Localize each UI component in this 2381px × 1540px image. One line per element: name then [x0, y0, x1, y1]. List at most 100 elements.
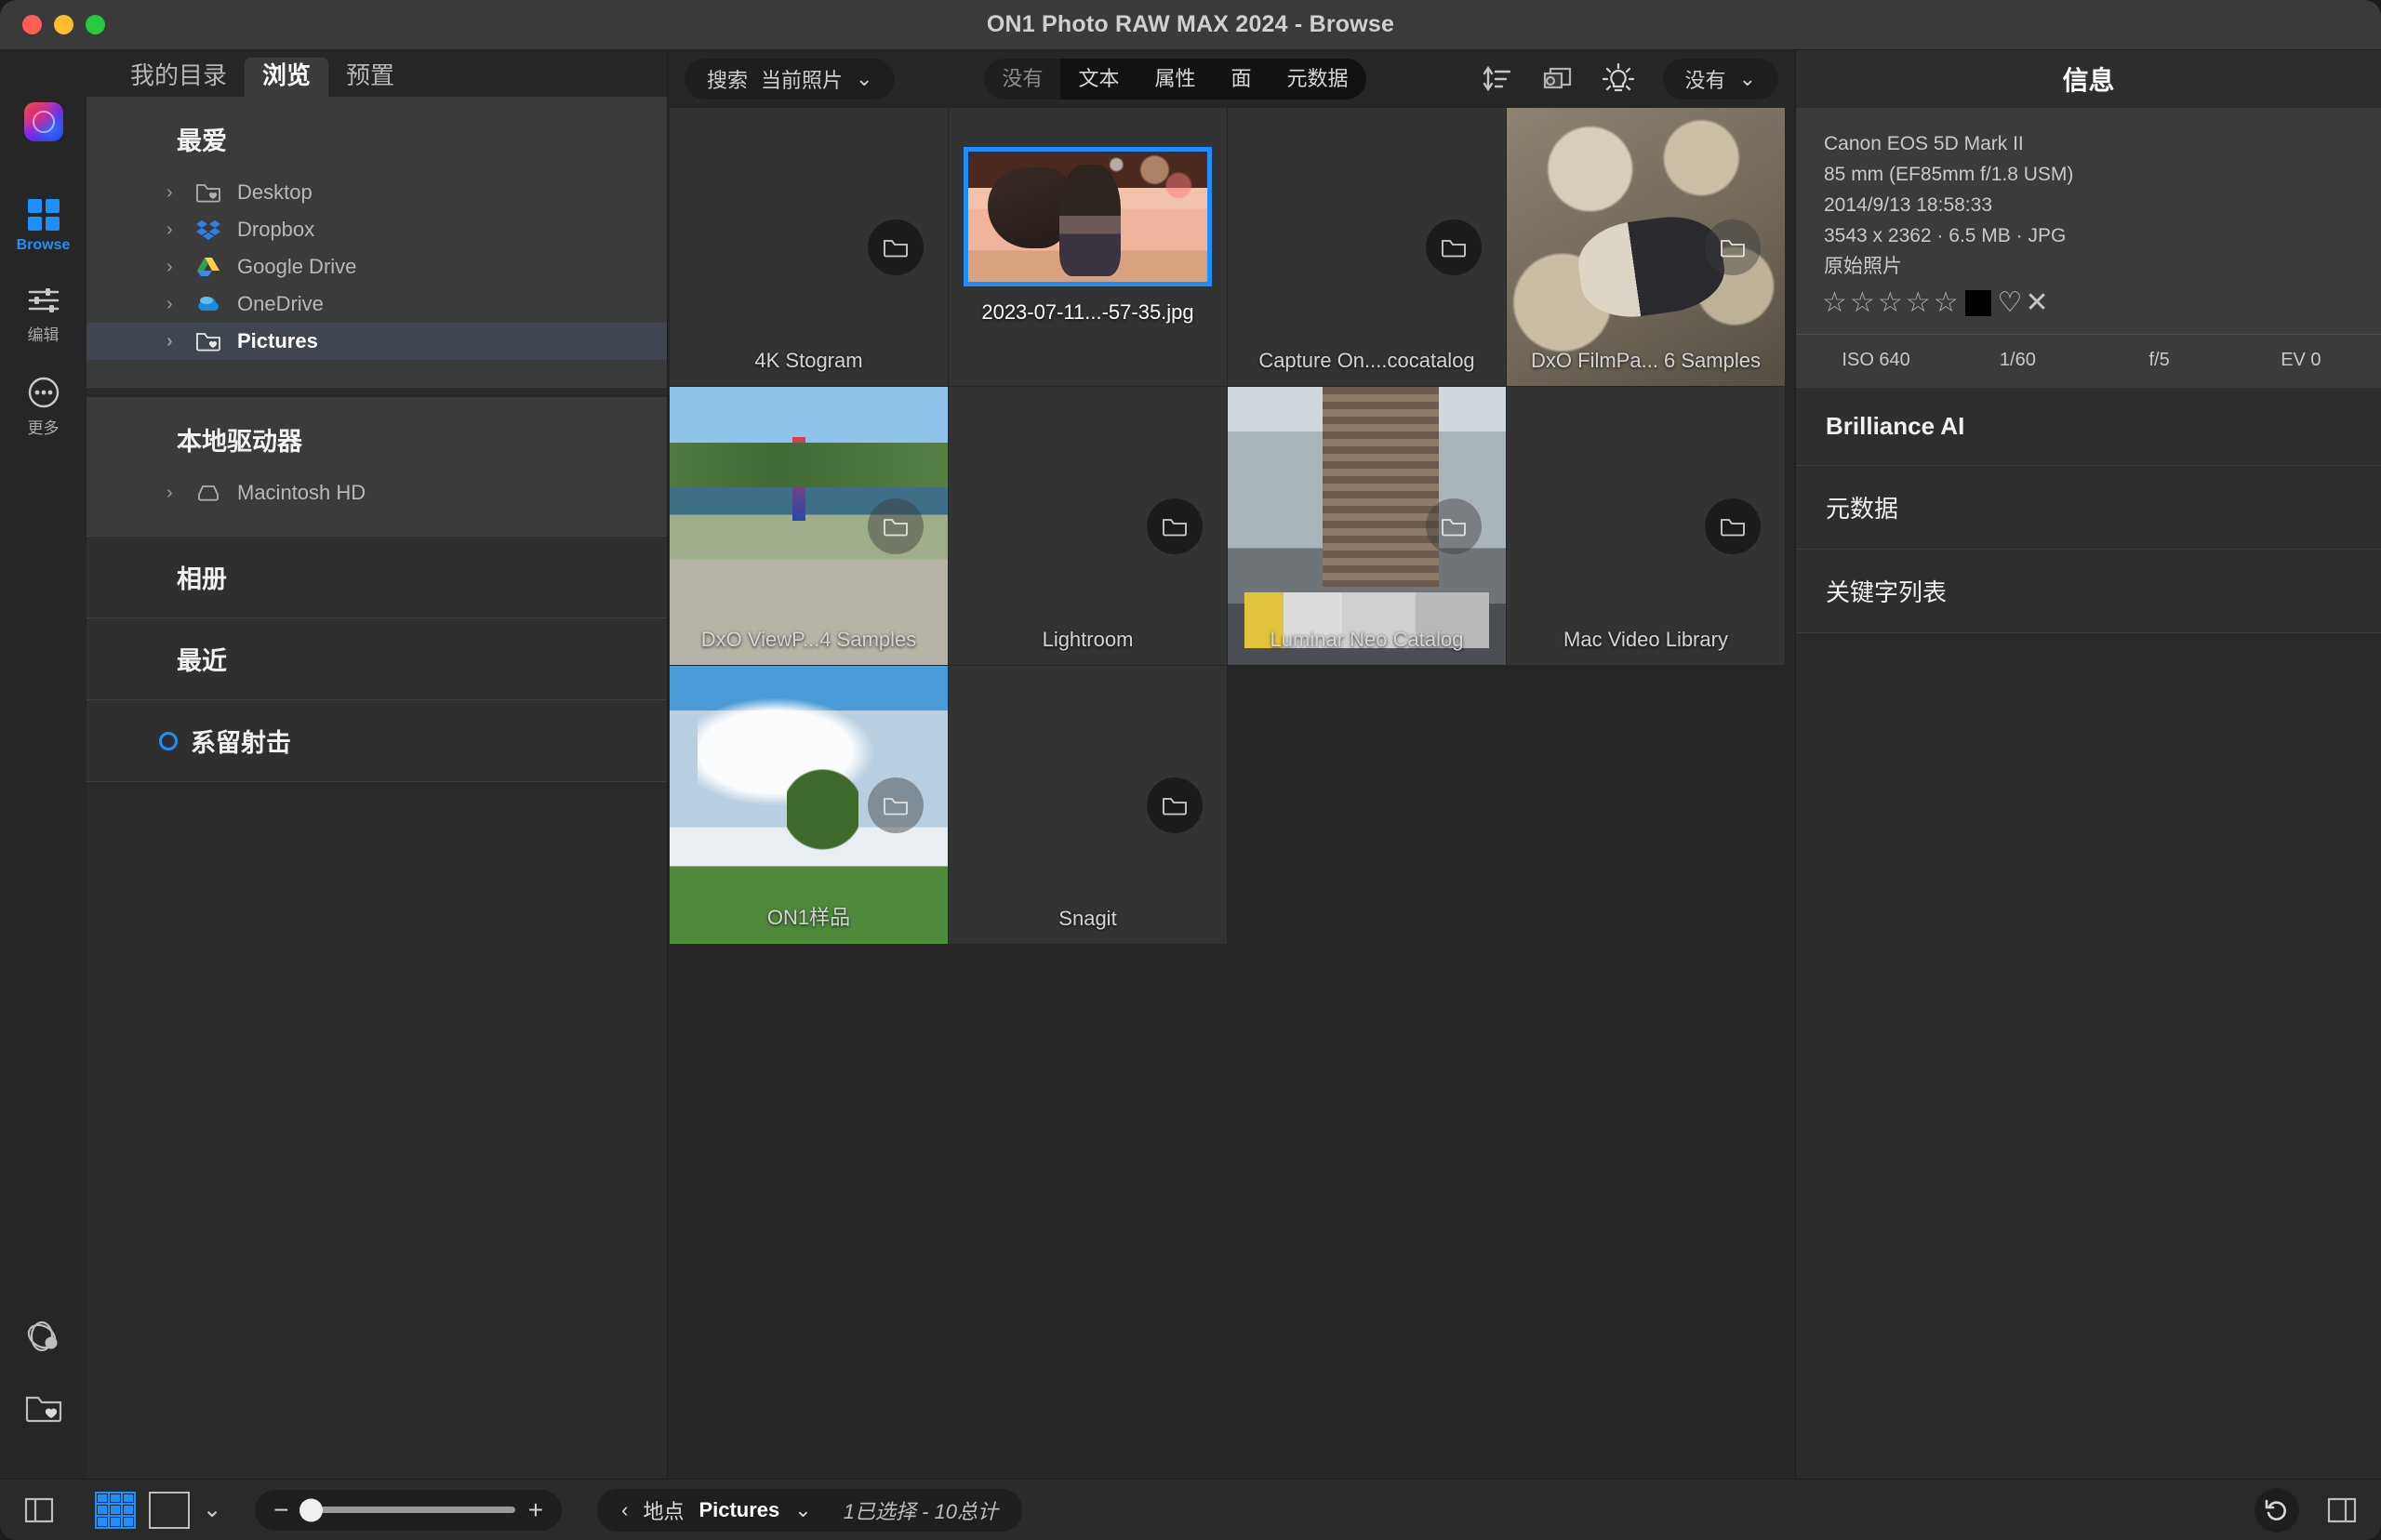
sidebar-item-macintosh-hd-label: Macintosh HD: [237, 481, 366, 504]
photo-art: [968, 152, 1207, 282]
info-panel-empty-area: [1796, 633, 2381, 1479]
grid-item-luminar-neo-catalog[interactable]: Luminar Neo Catalog: [1228, 387, 1507, 666]
chevron-down-icon: ⌄: [856, 67, 873, 90]
zoom-in-button[interactable]: +: [528, 1496, 543, 1523]
chevron-right-icon[interactable]: ›: [166, 257, 181, 278]
sidebar-item-dropbox[interactable]: › Dropbox: [86, 211, 667, 248]
folder-icon: [868, 777, 924, 833]
rail-item-edit[interactable]: 编辑: [0, 285, 86, 345]
minimize-button[interactable]: [54, 15, 73, 34]
onedrive-icon: [195, 292, 223, 316]
panel-section-brilliance-ai[interactable]: Brilliance AI: [1796, 388, 2381, 466]
location-label: 地点: [643, 1499, 685, 1523]
thumbnail-size-slider[interactable]: − +: [255, 1489, 563, 1531]
grid-item-capture-one-catalog[interactable]: Capture On....cocatalog: [1228, 108, 1507, 387]
sidebar-tabs: 我的目录 浏览 预置: [86, 50, 667, 97]
star-3-icon[interactable]: ☆: [1878, 289, 1903, 317]
grid-item-photo-selected[interactable]: 2023-07-11...-57-35.jpg: [949, 108, 1228, 387]
grid-item-caption: Luminar Neo Catalog: [1270, 628, 1464, 651]
rail-item-browse[interactable]: Browse: [0, 199, 86, 254]
zoom-out-button[interactable]: −: [273, 1496, 288, 1523]
search-scope-value: 当前照片: [761, 69, 844, 92]
rail-item-edit-label: 编辑: [27, 326, 60, 344]
chevron-right-icon[interactable]: ›: [166, 182, 181, 204]
reject-x-icon[interactable]: ✕: [2025, 289, 2048, 317]
panel-right-icon[interactable]: [2323, 1493, 2361, 1528]
single-view-icon[interactable]: [149, 1491, 190, 1529]
lightbulb-icon[interactable]: [1602, 62, 1635, 96]
location-value: Pictures: [698, 1497, 780, 1521]
grid-item-dxo-filmpack-samples[interactable]: DxO FilmPa... 6 Samples: [1507, 108, 1786, 387]
color-label-chip[interactable]: [1964, 290, 1991, 316]
star-2-icon[interactable]: ☆: [1850, 289, 1875, 317]
sidebar-item-google-drive[interactable]: › Google Drive: [86, 248, 667, 285]
tab-browse[interactable]: 浏览: [245, 58, 329, 97]
atom-icon[interactable]: [23, 1319, 64, 1356]
rail-item-more[interactable]: 更多: [0, 377, 86, 438]
grid-item-caption: 2023-07-11...-57-35.jpg: [981, 300, 1194, 324]
sort-icon[interactable]: [1483, 65, 1512, 93]
panel-left-icon[interactable]: [20, 1493, 58, 1528]
selected-photo-thumbnail[interactable]: [964, 147, 1212, 286]
sliders-icon: [28, 288, 59, 312]
chevron-right-icon[interactable]: ›: [166, 331, 181, 352]
revert-icon[interactable]: [2255, 1487, 2299, 1533]
zoom-button[interactable]: [86, 15, 105, 34]
sidebar-item-pictures[interactable]: › Pictures: [86, 323, 667, 360]
grid-icon: [27, 199, 60, 231]
grid-item-snagit[interactable]: Snagit: [949, 666, 1228, 945]
status-bar: ⌄ − + ‹ 地点 Pictures ⌄ 1已选择 - 10总计: [0, 1479, 2381, 1540]
sidebar-item-onedrive[interactable]: › OneDrive: [86, 285, 667, 323]
folder-icon: [1147, 498, 1203, 554]
photo-metadata-block: Canon EOS 5D Mark II 85 mm (EF85mm f/1.8…: [1796, 108, 2381, 334]
favorite-folder-icon[interactable]: [23, 1389, 64, 1425]
grid-item-caption: Lightroom: [1042, 628, 1134, 651]
sidebar-item-macintosh-hd[interactable]: › Macintosh HD: [86, 474, 667, 511]
tab-my-catalog[interactable]: 我的目录: [113, 58, 245, 97]
grid-item-mac-video-library[interactable]: Mac Video Library: [1507, 387, 1786, 666]
filter-text[interactable]: 文本: [1060, 59, 1137, 100]
exif-summary-row: ISO 640 1/60 f/5 EV 0: [1796, 334, 2381, 388]
ellipsis-icon: [28, 377, 59, 408]
exif-exposure-comp: EV 0: [2281, 350, 2321, 370]
filter-metadata[interactable]: 元数据: [1269, 59, 1366, 100]
filter-attributes[interactable]: 属性: [1137, 59, 1214, 100]
grid-item-lightroom[interactable]: Lightroom: [949, 387, 1228, 666]
grid-item-on1-samples[interactable]: ON1样品: [670, 666, 949, 945]
sidebar-section-albums[interactable]: 相册: [86, 536, 667, 617]
chevron-right-icon[interactable]: ›: [166, 219, 181, 241]
sidebar-section-tethered[interactable]: 系留射击: [86, 699, 667, 781]
slideshow-settings-icon[interactable]: [1540, 65, 1574, 93]
location-breadcrumb[interactable]: ‹ 地点 Pictures ⌄ 1已选择 - 10总计: [597, 1488, 1022, 1532]
panel-section-keyword-list[interactable]: 关键字列表: [1796, 550, 2381, 633]
slider-track[interactable]: [299, 1498, 515, 1521]
search-scope-dropdown[interactable]: 搜索 当前照片 ⌄: [685, 59, 896, 100]
grid-view-icon[interactable]: [95, 1491, 136, 1529]
chevron-down-icon[interactable]: ⌄: [203, 1498, 221, 1521]
tab-presets[interactable]: 预置: [328, 58, 412, 97]
chevron-right-icon[interactable]: ›: [166, 294, 181, 315]
like-heart-icon[interactable]: ♡: [1998, 289, 2023, 317]
exif-aperture: f/5: [2148, 350, 2170, 370]
view-mode-dropdown[interactable]: 没有 ⌄: [1662, 59, 1778, 100]
back-chevron-icon[interactable]: ‹: [621, 1498, 628, 1522]
slider-knob[interactable]: [299, 1498, 324, 1521]
status-bar-right: [2255, 1487, 2361, 1533]
grid-item-4k-stogram[interactable]: 4K Stogram: [670, 108, 949, 387]
sidebar-item-desktop[interactable]: › Desktop: [86, 174, 667, 211]
grid-item-dxo-viewpoint-samples[interactable]: DxO ViewP...4 Samples: [670, 387, 949, 666]
star-4-icon[interactable]: ☆: [1906, 289, 1931, 317]
panel-section-metadata[interactable]: 元数据: [1796, 466, 2381, 550]
sidebar-item-desktop-label: Desktop: [237, 180, 313, 204]
star-1-icon[interactable]: ☆: [1822, 289, 1847, 317]
star-5-icon[interactable]: ☆: [1934, 289, 1959, 317]
filter-faces[interactable]: 面: [1213, 59, 1270, 100]
sidebar-section-recent[interactable]: 最近: [86, 617, 667, 699]
chevron-down-icon[interactable]: ⌄: [794, 1498, 811, 1522]
filter-none[interactable]: 没有: [984, 59, 1060, 100]
folder-icon: [868, 219, 924, 275]
grid-item-caption: DxO ViewP...4 Samples: [700, 628, 917, 651]
chevron-right-icon[interactable]: ›: [166, 483, 181, 504]
sidebar-section-tethered-label: 系留射击: [191, 729, 291, 757]
close-button[interactable]: [22, 15, 42, 34]
